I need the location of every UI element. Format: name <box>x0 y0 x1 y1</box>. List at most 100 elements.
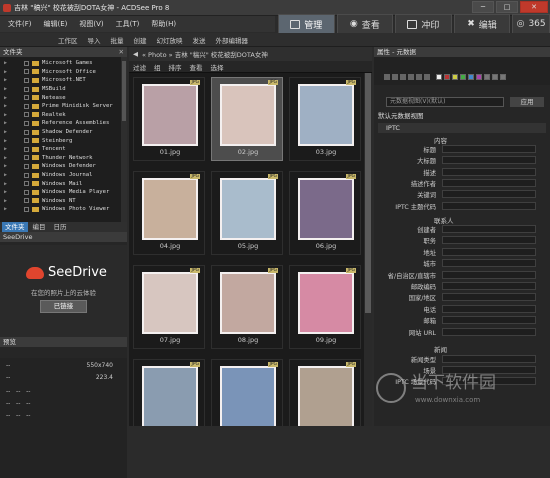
tab-catalog[interactable]: 编目 <box>30 222 49 232</box>
folder-checkbox[interactable] <box>24 129 29 135</box>
toolbar-slideshow[interactable]: 幻灯放映 <box>157 35 183 45</box>
expand-arrow-icon[interactable]: ▶ <box>4 163 10 169</box>
close-icon[interactable]: ✕ <box>119 47 124 57</box>
color-swatch[interactable] <box>484 74 490 80</box>
tab-calendar[interactable]: 日历 <box>51 222 70 232</box>
folder-item[interactable]: ▶ Windows Journal <box>0 171 127 180</box>
color-swatch[interactable] <box>424 74 430 80</box>
sort-menu[interactable]: 排序 <box>169 62 182 72</box>
folder-item[interactable]: ▶ Netease <box>0 93 127 102</box>
field-input[interactable] <box>442 282 536 290</box>
expand-arrow-icon[interactable]: ▶ <box>4 112 10 118</box>
field-input[interactable] <box>442 225 536 233</box>
thumbnail-item[interactable]: JPG 02.jpg <box>211 77 283 161</box>
filter-menu[interactable]: 过滤 <box>133 62 146 72</box>
field-input[interactable] <box>442 293 536 302</box>
field-input[interactable] <box>442 247 536 256</box>
folder-checkbox[interactable] <box>24 77 29 83</box>
expand-arrow-icon[interactable]: ▶ <box>4 198 10 204</box>
folder-checkbox[interactable] <box>24 146 29 152</box>
thumbnail-item[interactable]: JPG <box>133 359 205 426</box>
color-swatch[interactable] <box>468 74 474 80</box>
folder-item[interactable]: ▶ Prime Minidisk Server <box>0 102 127 111</box>
color-swatch[interactable] <box>416 74 422 80</box>
field-input[interactable] <box>442 167 536 176</box>
menu-view[interactable]: 视图(V) <box>79 19 103 29</box>
folder-checkbox[interactable] <box>24 181 29 187</box>
folder-item[interactable]: ▶ Microsoft Games <box>0 59 127 68</box>
folder-item[interactable]: ▶ Windows Mail <box>0 179 127 188</box>
folder-checkbox[interactable] <box>24 60 29 66</box>
field-input[interactable] <box>442 156 536 165</box>
expand-arrow-icon[interactable]: ▶ <box>4 95 10 101</box>
thumbnail-item[interactable]: JPG 07.jpg <box>133 265 205 349</box>
toolbar-external-editor[interactable]: 外部编辑器 <box>216 35 249 45</box>
folder-checkbox[interactable] <box>24 189 29 195</box>
metadata-preset-select[interactable]: 元数据视图(V)(默认) <box>386 97 504 107</box>
folder-item[interactable]: ▶ Microsoft.NET <box>0 76 127 85</box>
folder-checkbox[interactable] <box>24 198 29 204</box>
iptc-section[interactable]: IPTC <box>378 123 546 133</box>
folder-scrollbar[interactable] <box>121 57 127 222</box>
grid-scrollbar[interactable] <box>364 73 372 426</box>
apply-button[interactable]: 应用 <box>510 97 544 107</box>
thumbnail-item[interactable]: JPG <box>289 359 361 426</box>
folder-item[interactable]: ▶ Windows NT <box>0 197 127 206</box>
color-swatch[interactable] <box>400 74 406 80</box>
folder-checkbox[interactable] <box>24 112 29 118</box>
folder-checkbox[interactable] <box>24 120 29 126</box>
thumbnail-item[interactable]: JPG 06.jpg <box>289 171 361 255</box>
toolbar-import[interactable]: 导入 <box>88 35 101 45</box>
field-input[interactable] <box>442 270 536 279</box>
menu-file[interactable]: 文件(F) <box>8 19 32 29</box>
mode-develop[interactable]: 冲印 <box>395 14 452 34</box>
select-menu[interactable]: 选择 <box>211 62 224 72</box>
thumbnail-item[interactable]: JPG 04.jpg <box>133 171 205 255</box>
color-swatch[interactable] <box>444 74 450 80</box>
field-input[interactable] <box>442 327 536 336</box>
color-swatch[interactable] <box>476 74 482 80</box>
view-menu[interactable]: 查看 <box>190 62 203 72</box>
maximize-button[interactable]: □ <box>496 1 518 13</box>
folder-item[interactable]: ▶ Windows Media Player <box>0 188 127 197</box>
toolbar-send[interactable]: 发送 <box>193 35 206 45</box>
back-icon[interactable]: ◀ <box>133 50 138 58</box>
tab-folders[interactable]: 文件夹 <box>2 222 28 232</box>
expand-arrow-icon[interactable]: ▶ <box>4 206 10 212</box>
thumbnail-item[interactable]: JPG 01.jpg <box>133 77 205 161</box>
thumbnail-item[interactable]: JPG 09.jpg <box>289 265 361 349</box>
color-swatch[interactable] <box>436 74 442 80</box>
mode-view[interactable]: ◉ 查看 <box>336 14 394 34</box>
thumbnail-item[interactable]: JPG 08.jpg <box>211 265 283 349</box>
toolbar-workspace[interactable]: 工作区 <box>58 35 78 45</box>
menu-help[interactable]: 帮助(H) <box>151 19 176 29</box>
folder-checkbox[interactable] <box>24 155 29 161</box>
folder-item[interactable]: ▶ Windows Photo Viewer <box>0 205 127 214</box>
folder-item[interactable]: ▶ Realtek <box>0 111 127 120</box>
field-input[interactable] <box>442 236 536 245</box>
thumbnail-item[interactable]: JPG <box>211 359 283 426</box>
folder-item[interactable]: ▶ Tencent <box>0 145 127 154</box>
mode-manage[interactable]: 管理 <box>278 14 335 34</box>
color-swatch[interactable] <box>392 74 398 80</box>
field-input[interactable] <box>442 304 536 313</box>
folder-checkbox[interactable] <box>24 138 29 144</box>
menu-tools[interactable]: 工具(T) <box>116 19 140 29</box>
folder-path[interactable]: « Photo » 吉林 "稿兴" 校花被刮DOTA女神 <box>142 49 268 59</box>
field-input[interactable] <box>442 201 536 210</box>
folder-checkbox[interactable] <box>24 172 29 178</box>
expand-arrow-icon[interactable]: ▶ <box>4 77 10 83</box>
expand-arrow-icon[interactable]: ▶ <box>4 189 10 195</box>
color-swatch[interactable] <box>460 74 466 80</box>
folder-checkbox[interactable] <box>24 163 29 169</box>
group-menu[interactable]: 组 <box>154 62 161 72</box>
expand-arrow-icon[interactable]: ▶ <box>4 103 10 109</box>
field-input[interactable] <box>442 190 536 199</box>
field-input[interactable] <box>442 145 536 153</box>
expand-arrow-icon[interactable]: ▶ <box>4 181 10 187</box>
color-swatch[interactable] <box>492 74 498 80</box>
expand-arrow-icon[interactable]: ▶ <box>4 86 10 92</box>
thumbnail-item[interactable]: JPG 05.jpg <box>211 171 283 255</box>
folder-checkbox[interactable] <box>24 206 29 212</box>
mode-365[interactable]: ◎ 365 <box>512 14 550 34</box>
